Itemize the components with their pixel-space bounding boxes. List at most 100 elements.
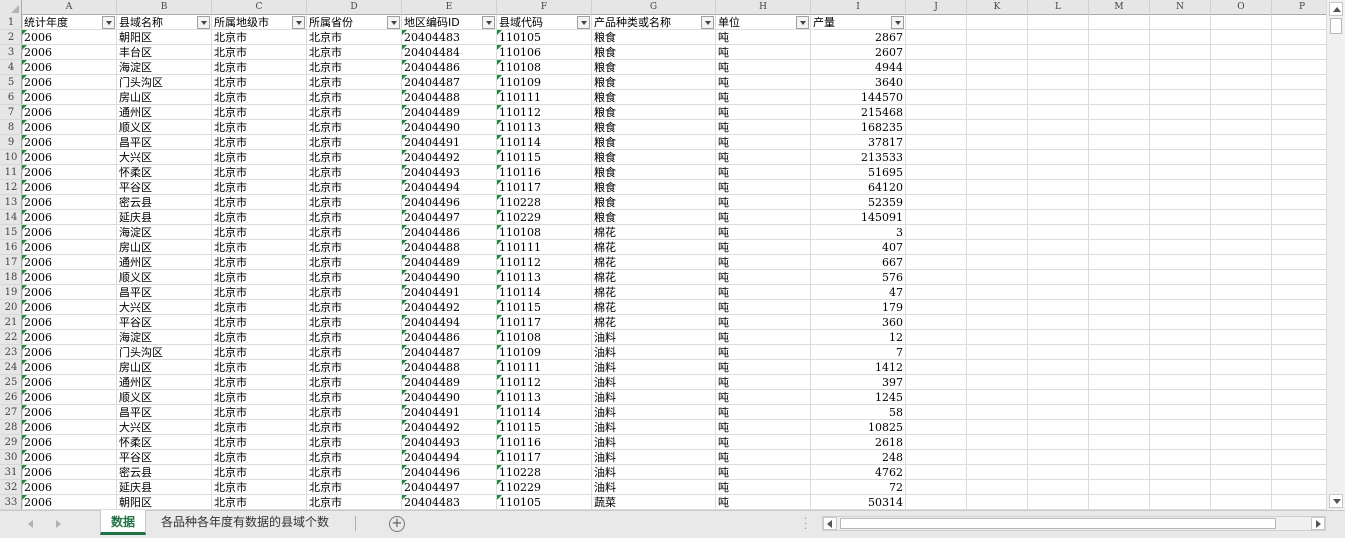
cell-year[interactable]: 2006: [22, 405, 116, 420]
cell-output[interactable]: 64120: [811, 180, 905, 195]
row-header[interactable]: 10: [0, 150, 22, 165]
row-header[interactable]: 11: [0, 165, 22, 180]
cell-county-code[interactable]: 110117: [497, 180, 591, 195]
cell-county-code[interactable]: 110108: [497, 225, 591, 240]
cell-area-id[interactable]: 20404493: [402, 165, 496, 180]
cell-province[interactable]: 北京市: [307, 60, 401, 75]
cell-county[interactable]: 门头沟区: [117, 75, 211, 90]
row-header[interactable]: 13: [0, 195, 22, 210]
scroll-right-button[interactable]: [1311, 517, 1325, 530]
cell-city[interactable]: 北京市: [212, 165, 306, 180]
cell-city[interactable]: 北京市: [212, 120, 306, 135]
cell-county[interactable]: 昌平区: [117, 285, 211, 300]
cell-county[interactable]: 海淀区: [117, 60, 211, 75]
cell-output[interactable]: 3: [811, 225, 905, 240]
cell-year[interactable]: 2006: [22, 300, 116, 315]
cell-county[interactable]: 朝阳区: [117, 495, 211, 510]
cell-output[interactable]: 360: [811, 315, 905, 330]
cell-output[interactable]: 248: [811, 450, 905, 465]
horizontal-scrollbar[interactable]: [822, 516, 1326, 531]
cell-city[interactable]: 北京市: [212, 360, 306, 375]
row-header[interactable]: 18: [0, 270, 22, 285]
cell-county-code[interactable]: 110117: [497, 450, 591, 465]
cell-output[interactable]: 72: [811, 480, 905, 495]
cell-unit[interactable]: 吨: [716, 285, 810, 300]
cell-city[interactable]: 北京市: [212, 390, 306, 405]
cell-product[interactable]: 油料: [592, 435, 715, 450]
cell-county-code[interactable]: 110113: [497, 120, 591, 135]
cell-county-code[interactable]: 110114: [497, 405, 591, 420]
cell-county[interactable]: 顺义区: [117, 270, 211, 285]
cell-county[interactable]: 通州区: [117, 255, 211, 270]
header-cell[interactable]: 所属地级市: [212, 15, 291, 30]
cell-county[interactable]: 朝阳区: [117, 30, 211, 45]
column-header-g[interactable]: G: [592, 0, 716, 15]
cell-product[interactable]: 粮食: [592, 90, 715, 105]
cell-county-code[interactable]: 110106: [497, 45, 591, 60]
cell-area-id[interactable]: 20404492: [402, 300, 496, 315]
cell-product[interactable]: 粮食: [592, 195, 715, 210]
cell-city[interactable]: 北京市: [212, 285, 306, 300]
vertical-scrollbar[interactable]: [1326, 0, 1345, 510]
cell-year[interactable]: 2006: [22, 60, 116, 75]
cell-area-id[interactable]: 20404489: [402, 255, 496, 270]
cell-product[interactable]: 棉花: [592, 285, 715, 300]
row-header[interactable]: 2: [0, 30, 22, 45]
column-header-i[interactable]: I: [811, 0, 906, 15]
column-header-b[interactable]: B: [117, 0, 212, 15]
cell-city[interactable]: 北京市: [212, 75, 306, 90]
cell-year[interactable]: 2006: [22, 375, 116, 390]
cell-output[interactable]: 7: [811, 345, 905, 360]
cell-area-id[interactable]: 20404496: [402, 465, 496, 480]
cell-unit[interactable]: 吨: [716, 405, 810, 420]
cell-unit[interactable]: 吨: [716, 345, 810, 360]
cell-unit[interactable]: 吨: [716, 255, 810, 270]
cell-area-id[interactable]: 20404483: [402, 30, 496, 45]
cell-county-code[interactable]: 110229: [497, 210, 591, 225]
row-header[interactable]: 4: [0, 60, 22, 75]
header-cell[interactable]: 县域名称: [117, 15, 196, 30]
cell-unit[interactable]: 吨: [716, 195, 810, 210]
cell-county-code[interactable]: 110112: [497, 105, 591, 120]
column-header-m[interactable]: M: [1089, 0, 1150, 15]
cell-county[interactable]: 海淀区: [117, 330, 211, 345]
cell-year[interactable]: 2006: [22, 495, 116, 510]
cell-unit[interactable]: 吨: [716, 165, 810, 180]
row-header[interactable]: 16: [0, 240, 22, 255]
cell-area-id[interactable]: 20404489: [402, 105, 496, 120]
cell-area-id[interactable]: 20404489: [402, 375, 496, 390]
cell-area-id[interactable]: 20404490: [402, 120, 496, 135]
cell-area-id[interactable]: 20404494: [402, 180, 496, 195]
cell-county[interactable]: 顺义区: [117, 390, 211, 405]
row-header[interactable]: 9: [0, 135, 22, 150]
cell-unit[interactable]: 吨: [716, 30, 810, 45]
filter-dropdown-icon[interactable]: [482, 16, 495, 29]
row-header[interactable]: 7: [0, 105, 22, 120]
cell-unit[interactable]: 吨: [716, 150, 810, 165]
cell-year[interactable]: 2006: [22, 180, 116, 195]
cell-product[interactable]: 油料: [592, 405, 715, 420]
vertical-scroll-thumb[interactable]: [1330, 18, 1342, 34]
cell-county-code[interactable]: 110229: [497, 480, 591, 495]
row-header[interactable]: 23: [0, 345, 22, 360]
scroll-left-button[interactable]: [823, 517, 837, 530]
cell-province[interactable]: 北京市: [307, 30, 401, 45]
cell-county-code[interactable]: 110113: [497, 390, 591, 405]
cell-province[interactable]: 北京市: [307, 75, 401, 90]
cell-county[interactable]: 大兴区: [117, 300, 211, 315]
cell-unit[interactable]: 吨: [716, 90, 810, 105]
cell-unit[interactable]: 吨: [716, 375, 810, 390]
cell-city[interactable]: 北京市: [212, 30, 306, 45]
cell-province[interactable]: 北京市: [307, 285, 401, 300]
row-header[interactable]: 29: [0, 435, 22, 450]
cell-area-id[interactable]: 20404488: [402, 360, 496, 375]
cell-output[interactable]: 215468: [811, 105, 905, 120]
cell-county-code[interactable]: 110112: [497, 255, 591, 270]
cell-output[interactable]: 10825: [811, 420, 905, 435]
cell-year[interactable]: 2006: [22, 255, 116, 270]
row-header[interactable]: 12: [0, 180, 22, 195]
cell-city[interactable]: 北京市: [212, 90, 306, 105]
cell-product[interactable]: 棉花: [592, 270, 715, 285]
cell-city[interactable]: 北京市: [212, 45, 306, 60]
cell-area-id[interactable]: 20404483: [402, 495, 496, 510]
